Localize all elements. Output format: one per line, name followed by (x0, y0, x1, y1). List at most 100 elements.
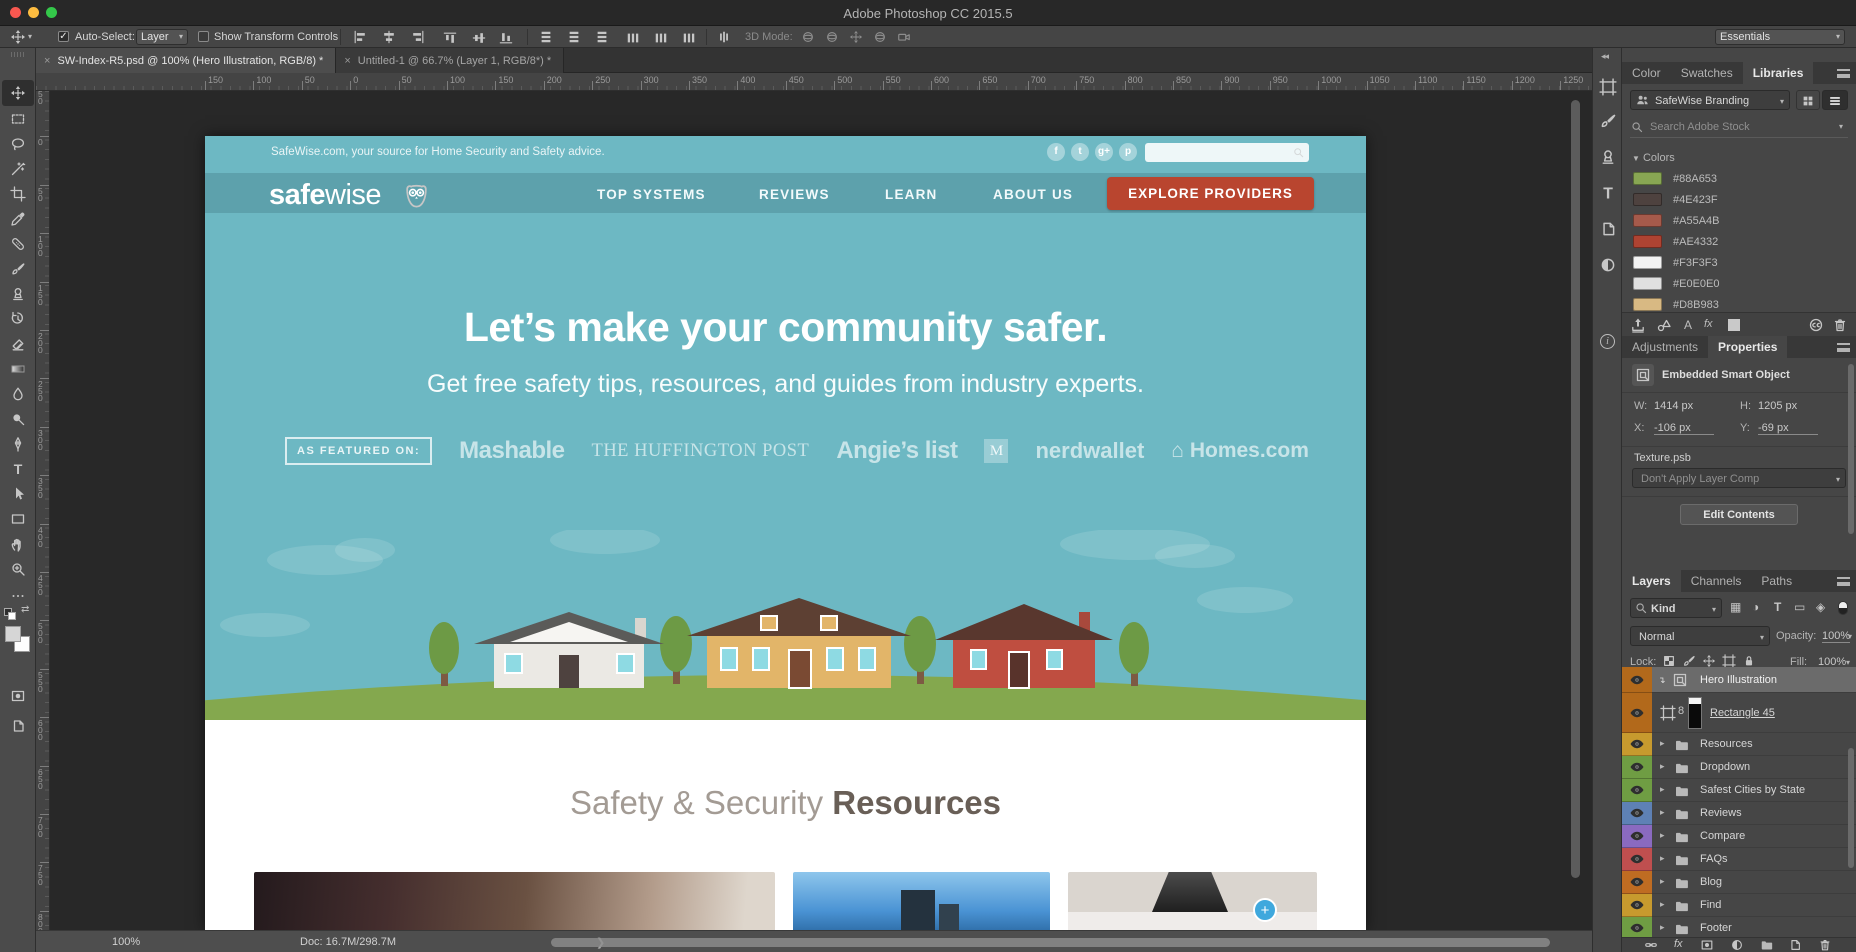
screen-mode-icon[interactable] (10, 718, 26, 734)
opacity-chevron[interactable]: ▾ (1848, 632, 1852, 641)
rectangle-tool[interactable] (10, 511, 26, 527)
delete-layer-icon[interactable] (1818, 938, 1832, 952)
tool-preset-chevron[interactable]: ▾ (28, 32, 32, 41)
dock-panel-icon-frame[interactable] (1599, 78, 1617, 96)
x-value-field[interactable]: -106 px (1654, 422, 1714, 435)
edit-contents-button[interactable]: Edit Contents (1680, 504, 1798, 525)
3d-roll-icon[interactable] (824, 30, 840, 44)
tab-adjustments[interactable]: Adjustments (1622, 336, 1708, 358)
layer-visibility-cell[interactable] (1622, 848, 1652, 871)
canvas-area[interactable]: SafeWise.com, your source for Home Secur… (50, 91, 1592, 930)
googleplus-icon[interactable]: g+ (1095, 143, 1113, 161)
zoom-plus-button[interactable]: + (1253, 898, 1277, 922)
layer-group-blog[interactable]: ▸ Blog (1622, 871, 1856, 894)
zoom-level[interactable]: 100% (112, 936, 140, 948)
path-selection-tool[interactable] (10, 486, 26, 502)
brush-tool[interactable] (10, 261, 26, 277)
facebook-icon[interactable]: f (1047, 143, 1065, 161)
nav-top-systems[interactable]: TOP SYSTEMS (597, 187, 706, 202)
lock-all-icon[interactable] (1742, 654, 1756, 668)
dock-panel-icon-stamp[interactable] (1599, 148, 1617, 166)
layer-group-dropdown[interactable]: ▸ Dropdown (1622, 756, 1856, 779)
history-brush-tool[interactable] (10, 311, 26, 327)
filter-smart-objects-icon[interactable]: ◈ (1816, 600, 1825, 614)
dock-panel-icon-layers[interactable] (1599, 220, 1617, 238)
layer-style-icon[interactable]: fx (1674, 938, 1683, 950)
layer-row-rectangle-45[interactable]: 8 Rectangle 45 (1622, 693, 1856, 733)
layer-name[interactable]: FAQs (1700, 853, 1728, 865)
resource-card-photo[interactable] (793, 872, 1050, 930)
zoom-tool[interactable] (10, 561, 26, 577)
layer-visibility-cell[interactable] (1622, 871, 1652, 894)
tab-properties[interactable]: Properties (1708, 336, 1788, 358)
lock-pixels-icon[interactable] (1682, 654, 1696, 668)
resource-card-photo[interactable] (254, 872, 775, 930)
opacity-value[interactable]: 100% (1822, 630, 1851, 643)
gradient-tool[interactable] (10, 361, 26, 377)
close-tab-icon[interactable]: × (344, 55, 350, 67)
creative-cloud-icon[interactable] (1808, 317, 1824, 333)
distribute-bottom-icon[interactable] (594, 30, 610, 44)
pinterest-icon[interactable]: p (1119, 143, 1137, 161)
library-color-item[interactable]: #AE4332 (1622, 233, 1856, 253)
eyedropper-tool[interactable] (10, 211, 26, 227)
lock-position-icon[interactable] (1702, 654, 1716, 668)
workspace-switcher[interactable]: Essentials ▾ (1715, 29, 1845, 45)
vertical-ruler[interactable]: 5 005 01 0 01 5 02 0 02 5 03 0 03 5 04 0… (36, 91, 50, 930)
group-caret[interactable]: ▸ (1660, 784, 1665, 795)
nav-about-us[interactable]: ABOUT US (993, 187, 1073, 202)
colors-group-header[interactable]: ▼ Colors (1632, 152, 1675, 164)
tab-channels[interactable]: Channels (1681, 570, 1752, 592)
add-graphic-icon[interactable] (1656, 317, 1672, 333)
layer-comp-dropdown[interactable]: Don't Apply Layer Comp ▾ (1632, 468, 1846, 488)
lasso-tool[interactable] (10, 136, 26, 152)
layer-group-faqs[interactable]: ▸ FAQs (1622, 848, 1856, 871)
layer-visibility-cell[interactable] (1622, 667, 1652, 693)
quick-selection-tool[interactable] (10, 161, 26, 177)
lock-artboard-icon[interactable] (1722, 654, 1736, 668)
lock-transparency-icon[interactable] (1662, 654, 1676, 668)
panel-menu-icon[interactable] (1837, 343, 1850, 352)
align-h-center-icon[interactable] (381, 30, 397, 44)
align-v-center-icon[interactable] (470, 30, 486, 44)
align-left-icon[interactable] (352, 30, 368, 44)
layers-scrollbar[interactable] (1848, 748, 1854, 868)
layer-visibility-cell[interactable] (1622, 894, 1652, 917)
layer-name[interactable]: Safest Cities by State (1700, 784, 1805, 796)
nav-learn[interactable]: LEARN (885, 187, 938, 202)
edit-toolbar-ellipsis[interactable] (10, 588, 26, 604)
tab-paths[interactable]: Paths (1751, 570, 1802, 592)
layer-visibility-cell[interactable] (1622, 802, 1652, 825)
document-tab-inactive[interactable]: × Untitled-1 @ 66.7% (Layer 1, RGB/8*) * (336, 48, 565, 73)
list-view-button[interactable] (1822, 90, 1848, 110)
move-tool[interactable] (10, 85, 26, 101)
library-color-item[interactable]: #4E423F (1622, 191, 1856, 211)
distribute-right-icon[interactable] (680, 30, 696, 44)
distribute-spacing-icon[interactable] (716, 30, 732, 44)
group-caret[interactable]: ▸ (1660, 853, 1665, 864)
smart-object-thumbnail[interactable] (1672, 672, 1688, 688)
layer-name[interactable]: Rectangle 45 (1710, 707, 1775, 719)
group-caret[interactable]: ▸ (1660, 922, 1665, 933)
filter-toggle[interactable] (1838, 601, 1848, 615)
auto-select-dropdown[interactable]: Layer ▾ (136, 29, 188, 45)
crop-tool[interactable] (10, 186, 26, 202)
add-color-icon[interactable] (1728, 319, 1740, 331)
layer-name[interactable]: Find (1700, 899, 1721, 911)
group-caret[interactable]: ▸ (1660, 899, 1665, 910)
web-design-document[interactable]: SafeWise.com, your source for Home Secur… (205, 136, 1366, 930)
resource-card-photo[interactable]: + (1068, 872, 1317, 930)
dodge-tool[interactable] (10, 411, 26, 427)
link-layers-icon[interactable] (1644, 938, 1658, 952)
3d-orbit-icon[interactable] (800, 30, 816, 44)
layer-visibility-cell[interactable] (1622, 693, 1652, 733)
3d-slide-icon[interactable] (872, 30, 888, 44)
align-top-icon[interactable] (441, 30, 457, 44)
delete-asset-icon[interactable] (1832, 317, 1848, 333)
library-color-item[interactable]: #88A653 (1622, 170, 1856, 190)
layer-group-find[interactable]: ▸ Find (1622, 894, 1856, 917)
eraser-tool[interactable] (10, 336, 26, 352)
tab-swatches[interactable]: Swatches (1671, 62, 1743, 84)
layer-name[interactable]: Blog (1700, 876, 1722, 888)
distribute-top-icon[interactable] (538, 30, 554, 44)
